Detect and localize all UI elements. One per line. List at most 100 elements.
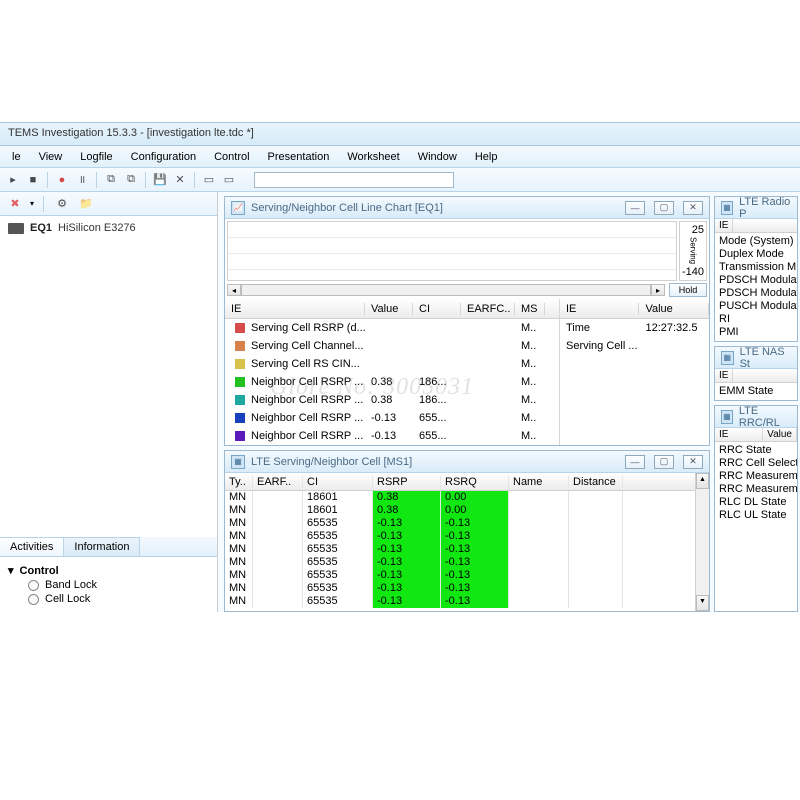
scroll-left-button[interactable]: ◂ bbox=[227, 284, 241, 296]
list-item[interactable]: EMM State bbox=[719, 385, 793, 398]
col-ie-r[interactable]: IE bbox=[560, 303, 639, 315]
col-value[interactable]: Value bbox=[763, 428, 797, 441]
tree-band-lock[interactable]: Band Lock bbox=[8, 578, 209, 592]
panel2-titlebar[interactable]: ▦ LTE Serving/Neighbor Cell [MS1] — ▢ ✕ bbox=[225, 451, 709, 473]
menu-view[interactable]: View bbox=[31, 149, 71, 164]
table-row[interactable]: Neighbor Cell RSRP ...-0.13655...M.. bbox=[225, 409, 559, 427]
list-item[interactable]: PDSCH Modulati bbox=[719, 287, 793, 300]
menu-window[interactable]: Window bbox=[410, 149, 465, 164]
close-button[interactable]: ✕ bbox=[683, 201, 703, 215]
scroll-track[interactable] bbox=[241, 284, 651, 296]
table-row[interactable]: Serving Cell RS CIN...M.. bbox=[225, 355, 559, 373]
chevron-down-icon[interactable]: ▾ bbox=[30, 199, 34, 208]
list-item[interactable]: RRC State bbox=[719, 444, 793, 457]
list-item[interactable]: RRC Cell Selecti bbox=[719, 457, 793, 470]
maximize-button[interactable]: ▢ bbox=[654, 455, 674, 469]
play-icon[interactable]: ▸ bbox=[4, 171, 22, 189]
device-combo[interactable] bbox=[254, 172, 454, 188]
side3-titlebar[interactable]: ▦ LTE RRC/RL bbox=[715, 406, 797, 428]
list-item[interactable]: Mode (System) bbox=[719, 235, 793, 248]
side2-titlebar[interactable]: ▦ LTE NAS St bbox=[715, 347, 797, 369]
menu-control[interactable]: Control bbox=[206, 149, 257, 164]
tab-activities[interactable]: Activities bbox=[0, 537, 64, 556]
col-ie[interactable]: IE bbox=[715, 369, 733, 382]
list-item[interactable]: RRC Measureme bbox=[719, 483, 793, 496]
table-row[interactable]: MN186010.380.00 bbox=[225, 491, 695, 504]
col-ci[interactable]: CI bbox=[303, 476, 373, 488]
left-toolbar: ✖ ▾ ⚙ 📁 bbox=[0, 192, 217, 216]
col-rsrq[interactable]: RSRQ bbox=[441, 476, 509, 488]
table-row[interactable]: Serving Cell ... bbox=[560, 337, 709, 355]
record-icon[interactable]: ● bbox=[53, 171, 71, 189]
col-earf[interactable]: EARF.. bbox=[253, 476, 303, 488]
report2-icon[interactable]: ▭ bbox=[220, 171, 238, 189]
title-bar[interactable]: TEMS Investigation 15.3.3 - [investigati… bbox=[0, 122, 800, 146]
panel1-titlebar[interactable]: 📈 Serving/Neighbor Cell Line Chart [EQ1]… bbox=[225, 197, 709, 219]
stop-icon[interactable]: ■ bbox=[24, 171, 42, 189]
table-row[interactable]: MN65535-0.13-0.13 bbox=[225, 543, 695, 556]
menu-logfile[interactable]: Logfile bbox=[72, 149, 120, 164]
device-row[interactable]: EQ1 HiSilicon E3276 bbox=[0, 216, 217, 240]
list-item[interactable]: Duplex Mode bbox=[719, 248, 793, 261]
copy-icon[interactable]: ⧉ bbox=[102, 171, 120, 189]
minimize-button[interactable]: — bbox=[625, 455, 645, 469]
col-earfc[interactable]: EARFC.. bbox=[461, 303, 515, 315]
table-row[interactable]: Serving Cell RSRP (d...M.. bbox=[225, 319, 559, 337]
maximize-button[interactable]: ▢ bbox=[654, 201, 674, 215]
col-distance[interactable]: Distance bbox=[569, 476, 623, 488]
table-row[interactable]: MN65535-0.13-0.13 bbox=[225, 582, 695, 595]
list-item[interactable]: PUSCH Modulati bbox=[719, 300, 793, 313]
menu-help[interactable]: Help bbox=[467, 149, 506, 164]
folder-icon[interactable]: 📁 bbox=[77, 195, 95, 213]
col-ci[interactable]: CI bbox=[413, 303, 461, 315]
col-value-r[interactable]: Value bbox=[639, 303, 709, 315]
vertical-scrollbar[interactable] bbox=[695, 473, 709, 611]
menu-worksheet[interactable]: Worksheet bbox=[339, 149, 407, 164]
table-row[interactable]: MN65535-0.13-0.13 bbox=[225, 556, 695, 569]
gear-icon[interactable]: ⚙ bbox=[53, 195, 71, 213]
list-item[interactable]: PDSCH Modulati bbox=[719, 274, 793, 287]
tree-cell-lock[interactable]: Cell Lock bbox=[8, 592, 209, 606]
table-row[interactable]: MN65535-0.13-0.13 bbox=[225, 569, 695, 582]
list-item[interactable]: RLC DL State bbox=[719, 496, 793, 509]
list-item[interactable]: RRC Measureme bbox=[719, 470, 793, 483]
list-item[interactable]: RLC UL State bbox=[719, 509, 793, 522]
table-row[interactable]: Neighbor Cell RSRP ...0.38186...M.. bbox=[225, 391, 559, 409]
chart-plot[interactable] bbox=[227, 221, 677, 281]
close-button[interactable]: ✕ bbox=[683, 455, 703, 469]
list-item[interactable]: RI bbox=[719, 313, 793, 326]
col-ms[interactable]: MS bbox=[515, 303, 545, 315]
menu-presentation[interactable]: Presentation bbox=[260, 149, 338, 164]
tab-information[interactable]: Information bbox=[64, 537, 140, 556]
col-name[interactable]: Name bbox=[509, 476, 569, 488]
col-ty[interactable]: Ty.. bbox=[225, 476, 253, 488]
list-item[interactable]: Transmission M bbox=[719, 261, 793, 274]
minimize-button[interactable]: — bbox=[625, 201, 645, 215]
table-row[interactable]: Neighbor Cell RSRP ...-0.13655...M.. bbox=[225, 427, 559, 445]
col-ie[interactable]: IE bbox=[715, 219, 733, 232]
col-ie[interactable]: IE bbox=[225, 303, 365, 315]
table-row[interactable]: Time12:27:32.5 bbox=[560, 319, 709, 337]
list-item[interactable]: PMI bbox=[719, 326, 793, 339]
save-icon[interactable]: 💾 bbox=[151, 171, 169, 189]
tree-control-header[interactable]: ▾ Control bbox=[8, 563, 209, 578]
table-row[interactable]: MN65535-0.13-0.13 bbox=[225, 530, 695, 543]
col-ie[interactable]: IE bbox=[715, 428, 763, 441]
table-row[interactable]: MN186010.380.00 bbox=[225, 504, 695, 517]
delete-icon[interactable]: ✕ bbox=[171, 171, 189, 189]
close-red-icon[interactable]: ✖ bbox=[6, 195, 24, 213]
copy2-icon[interactable]: ⧉ bbox=[122, 171, 140, 189]
report-icon[interactable]: ▭ bbox=[200, 171, 218, 189]
scroll-right-button[interactable]: ▸ bbox=[651, 284, 665, 296]
menu-le[interactable]: le bbox=[4, 149, 29, 164]
col-value[interactable]: Value bbox=[365, 303, 413, 315]
table-row[interactable]: Neighbor Cell RSRP ...0.38186...M.. bbox=[225, 373, 559, 391]
table-row[interactable]: Serving Cell Channel...M.. bbox=[225, 337, 559, 355]
side1-titlebar[interactable]: ▦ LTE Radio P bbox=[715, 197, 797, 219]
pause-icon[interactable]: ॥ bbox=[73, 171, 91, 189]
col-rsrp[interactable]: RSRP bbox=[373, 476, 441, 488]
table-row[interactable]: MN65535-0.13-0.13 bbox=[225, 595, 695, 608]
menu-configuration[interactable]: Configuration bbox=[123, 149, 204, 164]
hold-button[interactable]: Hold bbox=[669, 283, 707, 297]
table-row[interactable]: MN65535-0.13-0.13 bbox=[225, 517, 695, 530]
